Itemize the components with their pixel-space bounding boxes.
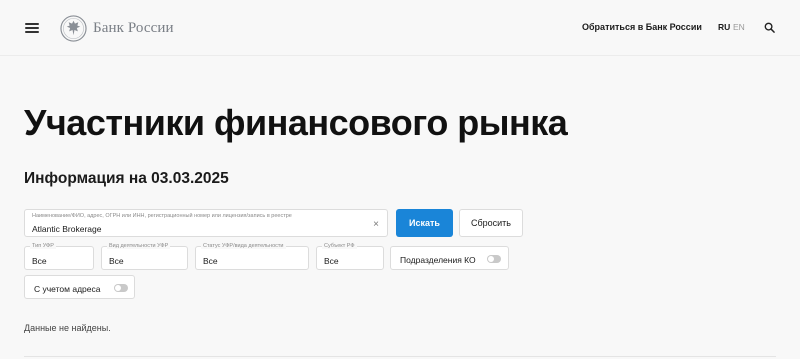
site-header: Банк России Обратиться в Банк России RU … xyxy=(0,0,800,56)
filter-region[interactable]: Субъект РФ Все xyxy=(316,243,384,270)
search-field[interactable]: Наименование/ФИО, адрес, ОГРН или ИНН, р… xyxy=(24,209,388,237)
search-icon[interactable] xyxy=(764,22,775,33)
filter-status[interactable]: Статус УФР/вида деятельности Все xyxy=(195,243,309,270)
filter-value: Все xyxy=(324,256,339,266)
filter-value: Все xyxy=(203,256,218,266)
search-button[interactable]: Искать xyxy=(396,209,453,237)
filter-value: Все xyxy=(32,256,47,266)
clear-icon[interactable]: × xyxy=(373,220,379,230)
filter-ufr-type[interactable]: Тип УФР Все xyxy=(24,243,94,270)
reset-button[interactable]: Сбросить xyxy=(459,209,523,237)
appeal-link[interactable]: Обратиться в Банк России xyxy=(582,22,702,32)
info-date-title: Информация на 03.03.2025 xyxy=(24,170,229,187)
branches-toggle[interactable] xyxy=(487,255,501,263)
menu-icon[interactable] xyxy=(25,23,39,33)
filter-label: Статус УФР/вида деятельности xyxy=(201,243,286,249)
filter-label: Тип УФР xyxy=(30,243,56,249)
lang-en[interactable]: EN xyxy=(733,22,745,32)
filter-label: Вид деятельности УФР xyxy=(107,243,171,249)
branches-toggle-box[interactable]: Подразделения КО xyxy=(390,246,509,270)
eagle-emblem-icon xyxy=(60,14,87,42)
filter-activity-type[interactable]: Вид деятельности УФР Все xyxy=(101,243,188,270)
search-input[interactable]: Atlantic Brokerage xyxy=(32,224,101,234)
search-field-label: Наименование/ФИО, адрес, ОГРН или ИНН, р… xyxy=(32,213,292,219)
bank-logo[interactable]: Банк России xyxy=(60,14,174,42)
address-toggle[interactable] xyxy=(114,284,128,292)
address-toggle-box[interactable]: С учетом адреса xyxy=(24,275,135,299)
filter-value: Все xyxy=(109,256,124,266)
logo-text: Банк России xyxy=(93,19,174,36)
branches-toggle-label: Подразделения КО xyxy=(400,255,476,265)
divider xyxy=(24,356,776,357)
lang-ru[interactable]: RU xyxy=(718,22,730,32)
page-title: Участники финансового рынка xyxy=(24,102,568,143)
address-toggle-label: С учетом адреса xyxy=(34,284,101,294)
filter-label: Субъект РФ xyxy=(322,243,357,249)
empty-results-message: Данные не найдены. xyxy=(24,323,111,333)
